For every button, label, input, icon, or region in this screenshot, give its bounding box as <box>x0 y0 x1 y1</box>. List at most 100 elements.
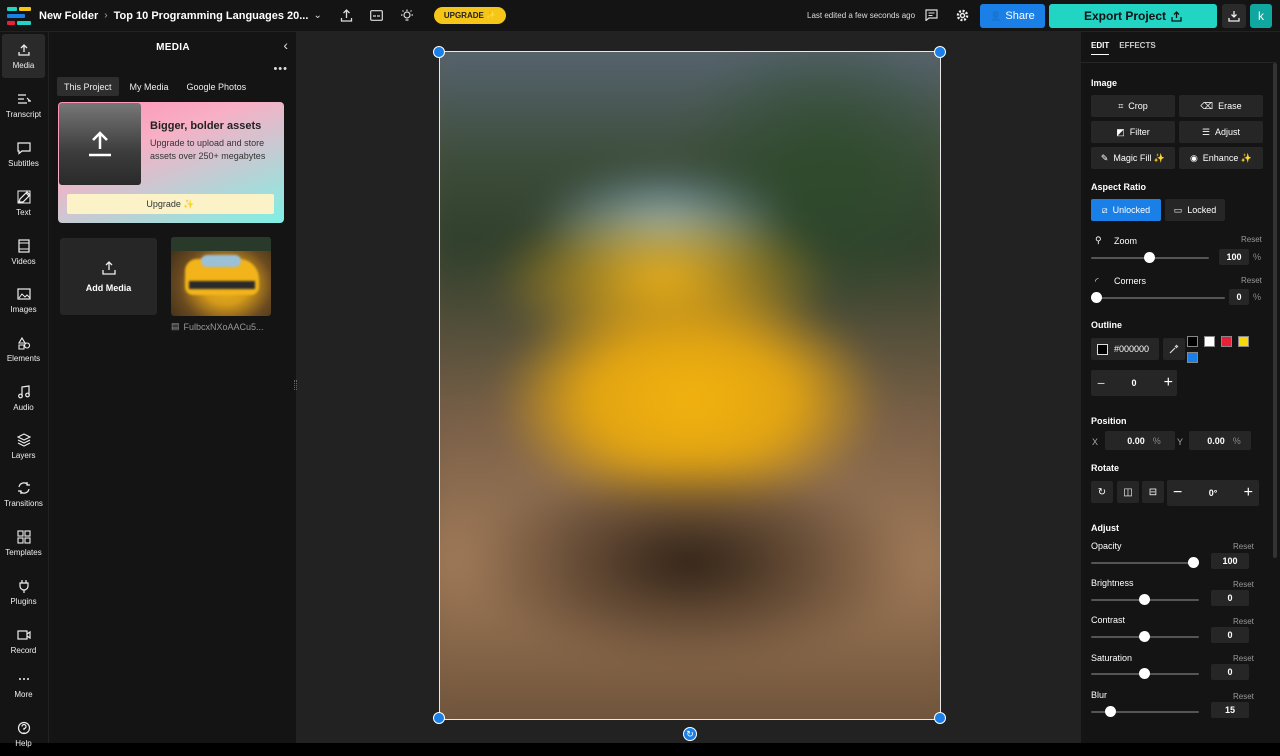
export-project-button[interactable]: Export Project <box>1049 4 1217 28</box>
contrast-reset-link[interactable]: Reset <box>1233 617 1254 626</box>
sidebar-item-videos[interactable]: Videos <box>2 230 45 274</box>
properties-scrollbar[interactable] <box>1273 63 1277 558</box>
corners-value[interactable]: 0 <box>1229 289 1249 305</box>
resize-handle-top-left[interactable] <box>433 46 445 58</box>
swatch-red[interactable] <box>1221 336 1232 347</box>
aspect-unlocked-button[interactable]: ⧄ Unlocked <box>1091 199 1161 221</box>
upload-icon[interactable] <box>338 7 356 25</box>
swatch-black[interactable] <box>1187 336 1198 347</box>
enhance-button[interactable]: ◉ Enhance ✨ <box>1179 147 1263 169</box>
zoom-slider-knob[interactable] <box>1144 252 1155 263</box>
blurred-car-image[interactable] <box>440 52 940 719</box>
opacity-slider-knob[interactable] <box>1188 557 1199 568</box>
corners-slider-track[interactable] <box>1091 297 1225 299</box>
minus-icon[interactable]: − <box>1097 375 1105 391</box>
brightness-value[interactable]: 0 <box>1211 590 1249 606</box>
brightness-reset-link[interactable]: Reset <box>1233 580 1254 589</box>
eyedropper-icon[interactable] <box>1163 338 1185 360</box>
position-x-input[interactable]: 0.00 % <box>1105 431 1175 450</box>
blur-value[interactable]: 15 <box>1211 702 1249 718</box>
sidebar-item-text[interactable]: Text <box>2 181 45 225</box>
tab-effects[interactable]: EFFECTS <box>1119 41 1155 55</box>
plus-icon[interactable]: + <box>1164 374 1173 392</box>
resize-handle-top-right[interactable] <box>934 46 946 58</box>
sidebar-item-plugins[interactable]: Plugins <box>2 570 45 614</box>
promo-upgrade-button[interactable]: Upgrade ✨ <box>67 194 274 214</box>
zoom-value[interactable]: 100 <box>1219 249 1249 265</box>
project-title[interactable]: Top 10 Programming Languages 20... <box>114 10 309 22</box>
download-icon <box>1228 11 1240 22</box>
flip-horizontal-icon[interactable]: ◫ <box>1117 481 1139 503</box>
zoom-reset-link[interactable]: Reset <box>1241 235 1262 244</box>
rotate-cw-icon[interactable]: ↻ <box>1091 481 1113 503</box>
rotate-handle-icon[interactable]: ↻ <box>683 727 697 741</box>
sidebar-item-templates[interactable]: Templates <box>2 521 45 565</box>
outline-color-picker[interactable]: #000000 <box>1091 338 1159 360</box>
sidebar-item-transcript[interactable]: Transcript <box>2 83 45 127</box>
collapse-panel-icon[interactable]: ‹ <box>283 37 288 53</box>
position-y-input[interactable]: 0.00 % <box>1189 431 1251 450</box>
sidebar-item-help[interactable]: Help <box>2 712 45 756</box>
media-file-name-text: FulbcxNXoAACu5... <box>183 321 264 332</box>
contrast-slider-knob[interactable] <box>1139 631 1150 642</box>
media-thumbnail[interactable] <box>171 237 271 316</box>
tab-google-photos[interactable]: Google Photos <box>180 77 254 96</box>
swatch-white[interactable] <box>1204 336 1215 347</box>
sidebar-item-layers[interactable]: Layers <box>2 424 45 468</box>
sidebar-item-record[interactable]: Record <box>2 619 45 663</box>
sidebar-item-transitions[interactable]: Transitions <box>2 472 45 516</box>
upgrade-button[interactable]: UPGRADE ✨ <box>433 7 507 24</box>
sidebar-item-label: Videos <box>11 256 36 266</box>
more-options-icon[interactable]: ••• <box>273 63 288 75</box>
magic-fill-button[interactable]: ✎ Magic Fill ✨ <box>1091 147 1175 169</box>
tab-my-media[interactable]: My Media <box>123 77 176 96</box>
resize-handle-bottom-left[interactable] <box>433 712 445 724</box>
chevron-down-icon[interactable]: ⌄ <box>313 10 321 21</box>
breadcrumb-folder[interactable]: New Folder <box>39 10 98 22</box>
blur-reset-link[interactable]: Reset <box>1233 692 1254 701</box>
rotate-value[interactable]: 0° <box>1209 488 1218 498</box>
brightness-slider-knob[interactable] <box>1139 594 1150 605</box>
sidebar-item-images[interactable]: Images <box>2 278 45 322</box>
subtitles-toggle-icon[interactable] <box>368 7 386 25</box>
corners-reset-link[interactable]: Reset <box>1241 276 1262 285</box>
share-button[interactable]: 👤 Share <box>980 4 1045 28</box>
saturation-reset-link[interactable]: Reset <box>1233 654 1254 663</box>
aspect-locked-button[interactable]: ▭ Locked <box>1165 199 1225 221</box>
tab-edit[interactable]: EDIT <box>1091 41 1110 55</box>
minus-icon[interactable]: − <box>1173 484 1182 502</box>
settings-gear-icon[interactable] <box>956 9 969 25</box>
blur-slider-knob[interactable] <box>1105 706 1116 717</box>
sidebar-item-more[interactable]: More <box>2 663 45 707</box>
sidebar-item-audio[interactable]: Audio <box>2 376 45 420</box>
outline-width-value[interactable]: 0 <box>1131 378 1136 388</box>
corners-slider-knob[interactable] <box>1091 292 1102 303</box>
opacity-reset-link[interactable]: Reset <box>1233 542 1254 551</box>
contrast-value[interactable]: 0 <box>1211 627 1249 643</box>
download-button[interactable] <box>1222 4 1246 28</box>
saturation-slider-knob[interactable] <box>1139 668 1150 679</box>
adjust-button[interactable]: ☰ Adjust <box>1179 121 1263 143</box>
swatch-yellow[interactable] <box>1238 336 1249 347</box>
add-media-button[interactable]: Add Media <box>60 238 157 315</box>
filter-button[interactable]: ◩ Filter <box>1091 121 1175 143</box>
lightbulb-icon[interactable] <box>398 7 416 25</box>
crop-button[interactable]: ⌗ Crop <box>1091 95 1175 117</box>
erase-button[interactable]: ⌫ Erase <box>1179 95 1263 117</box>
saturation-value[interactable]: 0 <box>1211 664 1249 680</box>
resize-handle-bottom-right[interactable] <box>934 712 946 724</box>
sidebar-item-media[interactable]: Media <box>2 34 45 78</box>
opacity-slider-track[interactable] <box>1091 562 1199 564</box>
sidebar-item-subtitles[interactable]: Subtitles <box>2 132 45 176</box>
panel-resize-grip[interactable] <box>294 380 297 390</box>
comments-icon[interactable] <box>925 9 938 24</box>
flip-vertical-icon[interactable]: ⊟ <box>1142 481 1164 503</box>
sidebar-item-elements[interactable]: Elements <box>2 327 45 371</box>
plus-icon[interactable]: + <box>1244 484 1253 502</box>
tab-this-project[interactable]: This Project <box>57 77 119 96</box>
app-logo-icon[interactable] <box>7 6 33 25</box>
user-avatar[interactable]: k <box>1250 4 1272 28</box>
opacity-value[interactable]: 100 <box>1211 553 1249 569</box>
swatch-blue[interactable] <box>1187 352 1198 363</box>
blur-label: Blur <box>1091 690 1108 700</box>
